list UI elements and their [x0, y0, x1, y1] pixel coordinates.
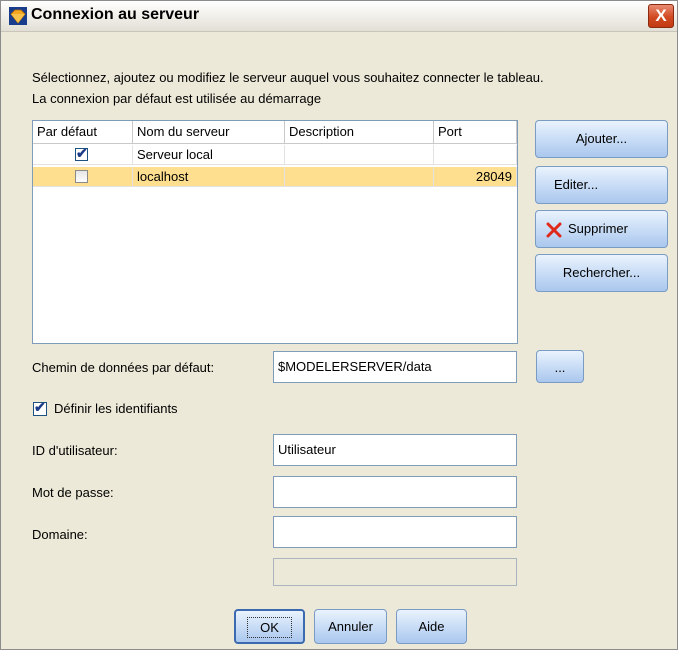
delete-x-icon	[546, 222, 562, 238]
table-header: Par défaut Nom du serveur Description Po…	[33, 121, 517, 144]
default-cell: ✔	[33, 145, 133, 165]
delete-button[interactable]: Supprimer	[535, 210, 668, 248]
description-cell	[285, 167, 434, 187]
server-name-cell: Serveur local	[133, 145, 285, 165]
ok-button-label: OK	[247, 617, 292, 638]
checkmark-icon: ✔	[76, 145, 88, 161]
add-button-label: Ajouter...	[575, 131, 628, 146]
set-credentials-checkbox[interactable]: ✔	[33, 399, 47, 416]
default-cell	[33, 167, 133, 187]
edit-button-label: Editer...	[554, 177, 599, 192]
server-table[interactable]: Par défaut Nom du serveur Description Po…	[32, 120, 518, 344]
user-id-input[interactable]: Utilisateur	[273, 434, 517, 466]
checkmark-icon: ✔	[34, 399, 46, 415]
app-diamond-icon	[9, 7, 27, 25]
ok-button[interactable]: OK	[234, 609, 305, 644]
add-button[interactable]: Ajouter...	[535, 120, 668, 158]
domain-input[interactable]	[273, 516, 517, 548]
password-input[interactable]	[273, 476, 517, 508]
server-login-dialog: Connexion au serveur X Sélectionnez, ajo…	[0, 0, 678, 650]
cancel-button[interactable]: Annuler	[314, 609, 387, 644]
column-header-port[interactable]: Port	[434, 121, 517, 143]
description-line-2: La connexion par défaut est utilisée au …	[32, 91, 322, 106]
search-button-label: Rechercher...	[562, 265, 641, 280]
table-row[interactable]: ✔ Serveur local	[33, 145, 517, 165]
data-path-label: Chemin de données par défaut:	[32, 360, 215, 375]
port-cell: 28049	[434, 167, 517, 187]
edit-button[interactable]: Editer...	[535, 166, 668, 204]
description-line-1: Sélectionnez, ajoutez ou modifiez le ser…	[32, 70, 544, 85]
data-path-input[interactable]: $MODELERSERVER/data	[273, 351, 517, 383]
column-header-description[interactable]: Description	[285, 121, 434, 143]
column-header-default[interactable]: Par défaut	[33, 121, 133, 143]
browse-button[interactable]: ...	[536, 350, 584, 383]
help-button-label: Aide	[418, 619, 445, 634]
server-name-cell: localhost	[133, 167, 285, 187]
close-icon: X	[655, 6, 667, 25]
default-checkbox[interactable]	[75, 170, 88, 183]
help-button[interactable]: Aide	[396, 609, 467, 644]
cancel-button-label: Annuler	[328, 619, 373, 634]
default-checkbox[interactable]: ✔	[75, 145, 88, 161]
port-cell	[434, 145, 517, 165]
delete-button-label: Supprimer	[568, 221, 628, 236]
column-header-server-name[interactable]: Nom du serveur	[133, 121, 285, 143]
table-row-selected[interactable]: localhost 28049	[33, 167, 517, 187]
close-button[interactable]: X	[648, 4, 674, 28]
search-button[interactable]: Rechercher...	[535, 254, 668, 292]
domain-label: Domaine:	[32, 527, 88, 542]
browse-button-label: ...	[554, 360, 566, 375]
set-credentials-label[interactable]: Définir les identifiants	[54, 401, 178, 416]
password-label: Mot de passe:	[32, 485, 114, 500]
title-bar[interactable]: Connexion au serveur X	[1, 1, 677, 32]
dialog-title: Connexion au serveur	[31, 6, 200, 23]
user-id-label: ID d'utilisateur:	[32, 443, 118, 458]
description-cell	[285, 145, 434, 165]
disabled-field	[273, 558, 517, 586]
